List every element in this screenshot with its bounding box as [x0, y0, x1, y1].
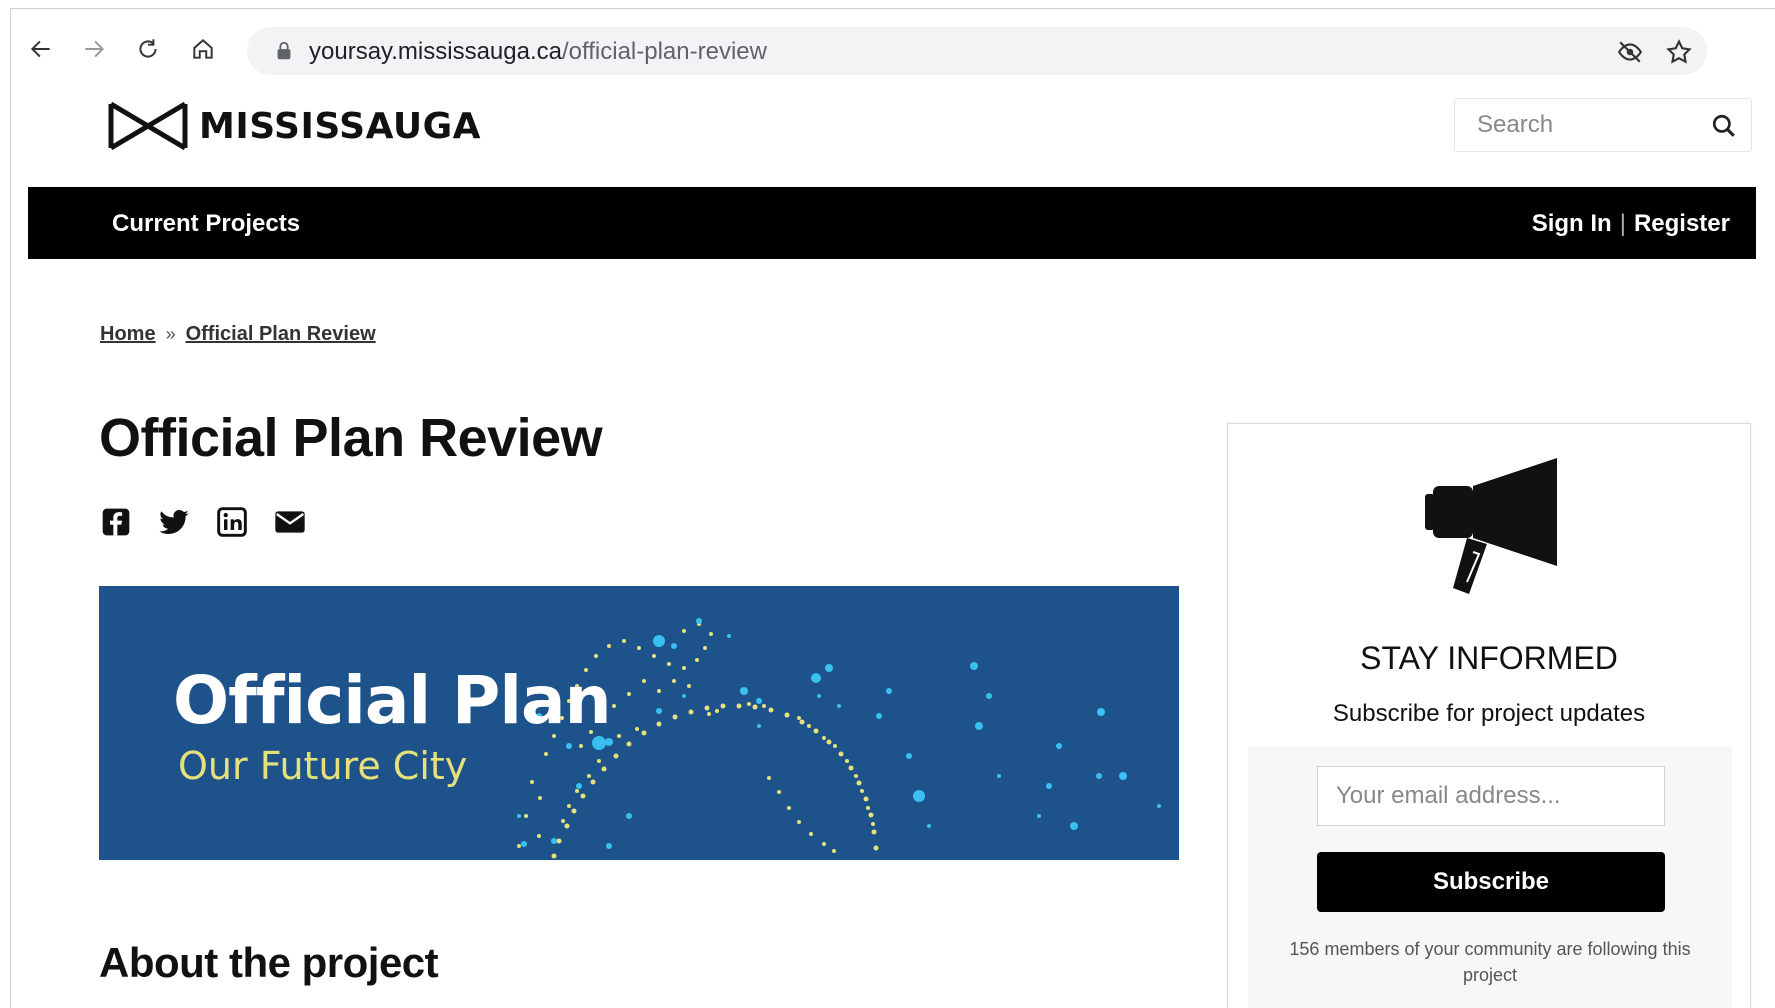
email-icon[interactable] — [273, 505, 307, 539]
logo-text: MISSISSAUGA — [199, 105, 481, 147]
breadcrumb-home[interactable]: Home — [100, 323, 156, 346]
breadcrumb-current[interactable]: Official Plan Review — [186, 323, 376, 346]
banner-subtitle: Our Future City — [178, 744, 468, 788]
email-field-wrapper[interactable] — [1317, 766, 1665, 826]
hero-banner: Official Plan Our Future City — [99, 586, 1179, 860]
linkedin-icon[interactable] — [215, 505, 249, 539]
eye-off-icon[interactable] — [1617, 39, 1643, 65]
register-link[interactable]: Register — [1634, 210, 1730, 238]
sign-in-link[interactable]: Sign In — [1532, 210, 1612, 238]
subscribe-button[interactable]: Subscribe — [1317, 852, 1665, 912]
share-bar — [99, 505, 307, 539]
site-logo[interactable]: MISSISSAUGA — [107, 95, 481, 157]
current-projects-link[interactable]: Current Projects — [112, 210, 300, 238]
twitter-icon[interactable] — [157, 505, 191, 539]
auth-separator: | — [1619, 210, 1626, 237]
email-field[interactable] — [1336, 782, 1646, 810]
main-navbar: Current Projects Sign In | Register — [28, 187, 1756, 259]
megaphone-icon — [1425, 458, 1557, 594]
search-input[interactable] — [1477, 111, 1697, 139]
breadcrumb-separator: » — [165, 324, 176, 344]
lock-icon[interactable] — [273, 40, 295, 62]
mississauga-logo-icon — [108, 101, 188, 151]
forward-icon[interactable] — [74, 29, 114, 69]
back-icon[interactable] — [21, 29, 61, 69]
browser-window: yoursay.mississauga.ca/official-plan-rev… — [10, 8, 1775, 1008]
star-icon[interactable] — [1665, 38, 1693, 66]
subscribe-form: Subscribe 156 members of your community … — [1248, 746, 1732, 1008]
stay-informed-heading: STAY INFORMED — [1360, 640, 1618, 676]
about-heading: About the project — [99, 939, 439, 986]
facebook-icon[interactable] — [99, 505, 133, 539]
subscribe-subheading: Subscribe for project updates — [1332, 700, 1646, 727]
breadcrumb: Home » Official Plan Review — [100, 323, 376, 346]
subscribe-widget: STAY INFORMED Subscribe for project upda… — [1227, 423, 1751, 1008]
browser-toolbar: yoursay.mississauga.ca/official-plan-rev… — [11, 9, 1775, 77]
banner-title: Official Plan — [173, 662, 612, 739]
page-title: Official Plan Review — [99, 408, 603, 468]
reload-icon[interactable] — [128, 29, 168, 69]
auth-links: Sign In | Register — [1532, 210, 1730, 238]
address-bar[interactable]: yoursay.mississauga.ca/official-plan-rev… — [247, 27, 1707, 75]
search-box[interactable] — [1454, 98, 1752, 152]
url-text[interactable]: yoursay.mississauga.ca/official-plan-rev… — [309, 38, 767, 66]
followers-count-text: 156 members of your community are follow… — [1289, 939, 1691, 985]
search-icon[interactable] — [1711, 113, 1737, 139]
home-icon[interactable] — [183, 29, 223, 69]
